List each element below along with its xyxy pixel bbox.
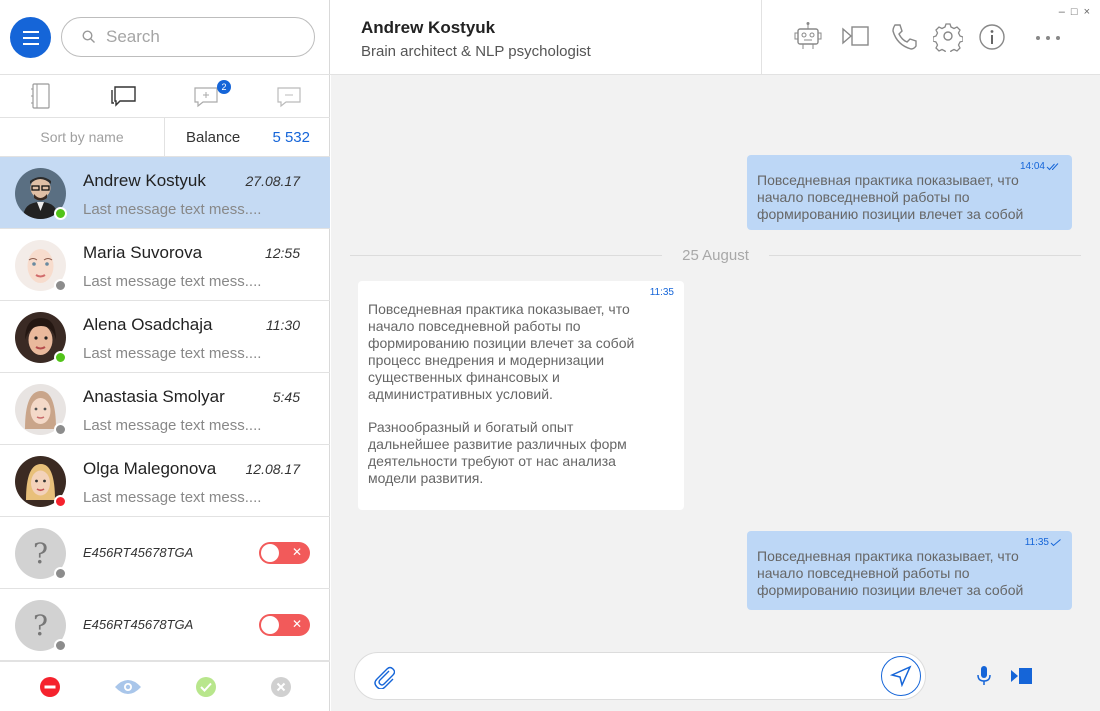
balance-value: 5 532 xyxy=(272,128,310,146)
sidebar-tabs: 2 xyxy=(0,75,330,118)
status-offline-icon xyxy=(54,567,67,580)
date-divider: 25 August xyxy=(350,245,1082,265)
message-time: 14:04 xyxy=(1020,158,1062,175)
eye-icon[interactable] xyxy=(114,678,142,696)
message-outgoing: 14:04 Повседневная практика показывает, … xyxy=(747,155,1072,230)
contact-item-maria-suvorova[interactable]: Maria Suvorova 12:55 Last message text m… xyxy=(0,229,330,301)
contact-item-olga-malegonova[interactable]: Olga Malegonova 12.08.17 Last message te… xyxy=(0,445,330,517)
contact-item-alena-osadchaja[interactable]: Alena Osadchaja 11:30 Last message text … xyxy=(0,301,330,373)
message-text: Разнообразный и богатый опыт дальнейшее … xyxy=(368,419,627,486)
contact-list: Andrew Kostyuk 27.08.17 Last message tex… xyxy=(0,157,330,661)
close-circle-icon[interactable] xyxy=(270,676,292,698)
balance-label: Balance xyxy=(186,128,241,146)
status-busy-icon xyxy=(54,495,67,508)
menu-button[interactable] xyxy=(10,17,51,58)
contact-item-unknown[interactable]: ? E456RT45678TGA ✕ xyxy=(0,517,330,589)
sort-by-name-button[interactable]: Sort by name xyxy=(0,118,165,156)
contact-name: Andrew Kostyuk xyxy=(83,171,206,190)
contact-time: 27.08.17 xyxy=(245,173,301,189)
search-input[interactable] xyxy=(106,27,296,47)
sidebar: 2 Sort by name Balance 5 532 Andrew Kost… xyxy=(0,0,330,711)
block-toggle[interactable]: ✕ xyxy=(259,542,310,564)
microphone-icon[interactable] xyxy=(976,665,992,687)
block-icon[interactable] xyxy=(39,676,61,698)
contact-item-andrew-kostyuk[interactable]: Andrew Kostyuk 27.08.17 Last message tex… xyxy=(0,157,330,229)
status-offline-icon xyxy=(54,423,67,436)
maximize-button[interactable]: □ xyxy=(1071,6,1078,18)
message-icon xyxy=(277,87,301,108)
message-text: Повседневная практика показывает, что на… xyxy=(757,172,1024,222)
gear-icon[interactable] xyxy=(933,20,963,52)
robot-icon[interactable] xyxy=(792,20,824,52)
close-icon: ✕ xyxy=(291,545,302,559)
tab-contacts[interactable] xyxy=(0,75,83,117)
check-icon[interactable] xyxy=(195,676,217,698)
close-icon: ✕ xyxy=(291,617,302,631)
info-icon[interactable] xyxy=(978,20,1006,52)
contact-time: 12:55 xyxy=(264,245,300,261)
contact-last-message: Last message text mess.... xyxy=(83,489,262,506)
status-online-icon xyxy=(54,351,67,364)
search-box[interactable] xyxy=(61,17,315,57)
date-label: 25 August xyxy=(682,246,749,264)
chat-area: 14:04 Повседневная практика показывает, … xyxy=(331,75,1100,711)
sort-bar: Sort by name Balance 5 532 xyxy=(0,118,330,157)
contact-last-message: Last message text mess.... xyxy=(83,201,262,218)
contact-item-anastasia-smolyar[interactable]: Anastasia Smolyar 5:45 Last message text… xyxy=(0,373,330,445)
message-time: 11:35 xyxy=(649,287,674,298)
message-time: 11:35 xyxy=(1025,534,1062,551)
contact-name: Anastasia Smolyar xyxy=(83,387,225,406)
chat-contact-status: Brain architect & NLP psychologist xyxy=(361,43,591,60)
chat-contact-name: Andrew Kostyuk xyxy=(361,18,496,37)
minimize-button[interactable]: – xyxy=(1059,6,1065,18)
check-icon xyxy=(1050,538,1061,546)
search-icon xyxy=(82,30,95,43)
message-input[interactable] xyxy=(405,663,845,691)
sidebar-top-bar xyxy=(0,0,330,75)
sidebar-bottom-bar xyxy=(0,661,330,711)
contact-name: Alena Osadchaja xyxy=(83,315,213,334)
contact-last-message: Last message text mess.... xyxy=(83,345,262,362)
more-icon[interactable] xyxy=(1034,34,1062,42)
contact-item-unknown[interactable]: ? E456RT45678TGA ✕ xyxy=(0,589,330,661)
status-offline-icon xyxy=(54,279,67,292)
message-outgoing: 11:35 Повседневная практика показывает, … xyxy=(747,531,1072,610)
message-text: Повседневная практика показывает, что на… xyxy=(757,548,1024,598)
book-icon xyxy=(31,83,50,109)
message-composer xyxy=(354,652,926,700)
message-text: Повседневная практика показывает, что на… xyxy=(368,301,635,402)
double-check-icon xyxy=(1046,162,1059,170)
contact-last-message: Last message text mess.... xyxy=(83,273,262,290)
status-offline-icon xyxy=(54,639,67,652)
contact-last-message: Last message text mess.... xyxy=(83,417,262,434)
video-call-icon[interactable] xyxy=(841,20,871,52)
send-icon xyxy=(890,665,912,687)
tab-messages[interactable] xyxy=(248,75,331,117)
paperclip-icon[interactable] xyxy=(373,665,395,689)
message-incoming: 11:35 Повседневная практика показывает, … xyxy=(358,281,684,510)
contact-name: Maria Suvorova xyxy=(83,243,203,262)
status-online-icon xyxy=(54,207,67,220)
contact-id: E456RT45678TGA xyxy=(83,617,194,632)
contact-time: 11:30 xyxy=(266,317,300,333)
window-controls: – □ × xyxy=(1059,6,1090,18)
tab-chats[interactable] xyxy=(83,75,166,117)
contact-time: 12.08.17 xyxy=(245,461,301,477)
close-button[interactable]: × xyxy=(1084,6,1090,18)
contact-time: 5:45 xyxy=(272,389,300,405)
send-button[interactable] xyxy=(881,656,921,696)
chats-icon xyxy=(111,86,136,107)
phone-icon[interactable] xyxy=(889,20,917,52)
new-chats-badge: 2 xyxy=(217,80,231,94)
video-message-icon[interactable] xyxy=(1010,666,1034,686)
contact-id: E456RT45678TGA xyxy=(83,545,194,560)
contact-name: Olga Malegonova xyxy=(83,459,217,478)
chat-header: Andrew Kostyuk Brain architect & NLP psy… xyxy=(330,0,1100,75)
tab-new-chats[interactable]: 2 xyxy=(165,75,248,117)
block-toggle[interactable]: ✕ xyxy=(259,614,310,636)
